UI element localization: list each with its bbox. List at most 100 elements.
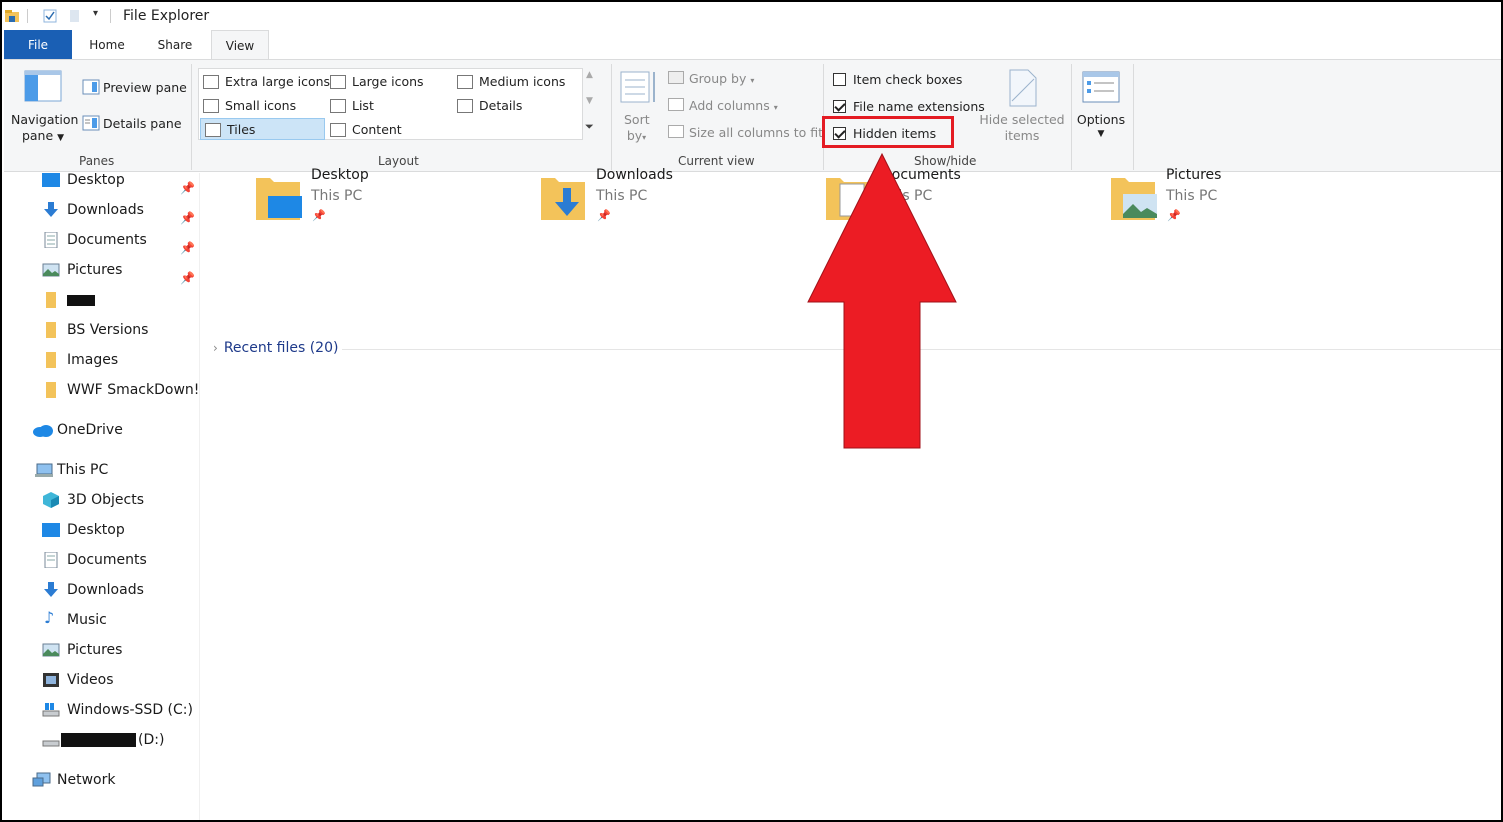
drive-icon — [42, 740, 60, 747]
nav-item-images[interactable]: Images — [4, 345, 200, 375]
layout-small-icons[interactable]: Small icons — [199, 95, 296, 117]
layout-details[interactable]: Details — [453, 95, 522, 117]
nav-item-label: (D:) — [138, 732, 165, 748]
nav-item-videos[interactable]: Videos — [4, 665, 200, 695]
size-all-columns-button[interactable]: Size all columns to fit — [689, 125, 823, 140]
tab-view[interactable]: View — [211, 30, 269, 60]
redacted-label — [61, 733, 136, 747]
tab-home[interactable]: Home — [82, 30, 132, 60]
item-check-boxes-checkbox[interactable] — [833, 73, 846, 86]
add-columns-label: Add columns — [689, 98, 770, 113]
folder-icon — [46, 322, 56, 338]
layout-item-label: Medium icons — [479, 74, 566, 89]
file-name-extensions-checkbox[interactable] — [833, 100, 846, 113]
content-icon — [330, 123, 346, 137]
layout-gallery-scroll[interactable]: ▲ ▼ ⏷ — [584, 68, 598, 140]
documents-icon — [44, 552, 58, 568]
nav-item-pictures-pc[interactable]: Pictures — [4, 635, 200, 665]
nav-item-music[interactable]: ♪ Music — [4, 605, 200, 635]
layout-item-label: Extra large icons — [225, 74, 331, 89]
nav-item-bs-versions[interactable]: BS Versions — [4, 315, 200, 345]
download-icon — [44, 202, 58, 217]
group-by-label: Group by — [689, 71, 747, 86]
nav-item-desktop[interactable]: Desktop 📌 — [4, 165, 200, 195]
properties-icon[interactable] — [43, 9, 57, 23]
layout-list[interactable]: List — [326, 95, 374, 117]
preview-pane-button[interactable]: Preview pane — [103, 80, 187, 95]
nav-item-downloads[interactable]: Downloads 📌 — [4, 195, 200, 225]
navigation-pane: Desktop 📌 Downloads 📌 Documents 📌 Pictur… — [4, 172, 200, 820]
customize-toolbar-dropdown-icon[interactable]: ▾ — [93, 8, 98, 19]
group-separator — [1071, 64, 1072, 170]
documents-icon — [44, 232, 58, 248]
nav-item-label: Windows-SSD (C:) — [67, 702, 193, 718]
hidden-items-highlight-box — [822, 116, 954, 148]
nav-item-wwf-smackdown[interactable]: WWF SmackDown! — [4, 375, 200, 405]
add-columns-button[interactable]: Add columns ▾ — [689, 98, 778, 113]
nav-item-label: This PC — [57, 462, 109, 478]
layout-extra-large-icons[interactable]: Extra large icons — [199, 71, 330, 93]
nav-item-label: Images — [67, 352, 119, 368]
group-by-button[interactable]: Group by ▾ — [689, 71, 754, 86]
computer-icon — [35, 463, 53, 477]
sort-by-button[interactable]: Sort by▾ — [624, 112, 650, 143]
details-pane-button[interactable]: Details pane — [103, 116, 182, 131]
folder-name: Desktop — [311, 167, 369, 183]
tab-file[interactable]: File — [4, 30, 72, 60]
layout-item-label: Content — [352, 122, 402, 137]
layout-large-icons[interactable]: Large icons — [326, 71, 424, 93]
layout-content[interactable]: Content — [326, 119, 402, 141]
nav-item-this-pc[interactable]: This PC — [4, 455, 200, 485]
file-explorer-window: ▾ File Explorer File Home Share View Nav… — [0, 0, 1503, 822]
nav-item-onedrive[interactable]: OneDrive — [4, 415, 200, 445]
file-name-extensions-label: File name extensions — [853, 99, 985, 114]
folder-tile-downloads[interactable]: Downloads This PC 📌 — [539, 167, 799, 238]
new-folder-icon[interactable] — [68, 9, 82, 23]
layout-item-label: Details — [479, 98, 523, 113]
recent-files-label: Recent files (20) — [223, 340, 339, 356]
nav-item-windows-ssd[interactable]: Windows-SSD (C:) — [4, 695, 200, 725]
nav-item-label: Pictures — [67, 642, 123, 658]
nav-item-drive-d[interactable]: (D:) — [4, 725, 200, 755]
scroll-down-icon[interactable]: ▼ — [586, 96, 593, 106]
layout-medium-icons[interactable]: Medium icons — [453, 71, 565, 93]
videos-icon — [43, 673, 59, 687]
chevron-down-icon: ▼ — [1097, 129, 1105, 139]
folder-desktop-icon — [256, 178, 302, 220]
folder-tile-desktop[interactable]: Desktop This PC 📌 — [254, 167, 514, 238]
nav-item-label: OneDrive — [57, 422, 123, 438]
cloud-icon — [33, 425, 53, 437]
folder-icon — [46, 292, 56, 308]
scroll-up-icon[interactable]: ▲ — [586, 70, 593, 80]
options-label: Options — [1076, 112, 1126, 127]
nav-item-pictures[interactable]: Pictures 📌 — [4, 255, 200, 285]
navigation-pane-icon — [24, 70, 62, 102]
chevron-down-icon: ▼ — [57, 133, 65, 143]
folder-tile-pictures[interactable]: Pictures This PC 📌 — [1109, 167, 1369, 238]
navigation-pane-button[interactable]: Navigation pane ▼ — [11, 112, 78, 143]
nav-item-desktop-pc[interactable]: Desktop — [4, 515, 200, 545]
nav-item-documents[interactable]: Documents 📌 — [4, 225, 200, 255]
add-columns-icon — [668, 98, 684, 111]
folder-location: This PC — [311, 188, 363, 204]
group-separator — [1133, 64, 1134, 170]
preview-pane-icon — [82, 79, 100, 95]
folder-icon — [46, 352, 56, 368]
chevron-down-icon: ▾ — [642, 133, 647, 142]
layout-tiles[interactable]: Tiles — [200, 118, 325, 140]
nav-item-redacted-folder[interactable] — [4, 285, 200, 315]
nav-item-network[interactable]: Network — [4, 765, 200, 795]
nav-item-documents-pc[interactable]: Documents — [4, 545, 200, 575]
navigation-pane-label-line2: pane — [21, 128, 54, 143]
options-button[interactable]: Options ▼ — [1076, 112, 1126, 139]
folder-name: Downloads — [596, 167, 673, 183]
recent-files-header[interactable]: › Recent files (20) — [213, 340, 338, 356]
tab-share[interactable]: Share — [150, 30, 200, 60]
nav-item-downloads-pc[interactable]: Downloads — [4, 575, 200, 605]
group-separator — [191, 64, 192, 170]
layout-group-label: Layout — [378, 154, 419, 168]
hide-selected-items-button[interactable]: Hide selected items — [979, 112, 1065, 143]
pictures-icon — [42, 643, 60, 657]
expand-gallery-icon[interactable]: ⏷ — [585, 120, 594, 134]
nav-item-3d-objects[interactable]: 3D Objects — [4, 485, 200, 515]
